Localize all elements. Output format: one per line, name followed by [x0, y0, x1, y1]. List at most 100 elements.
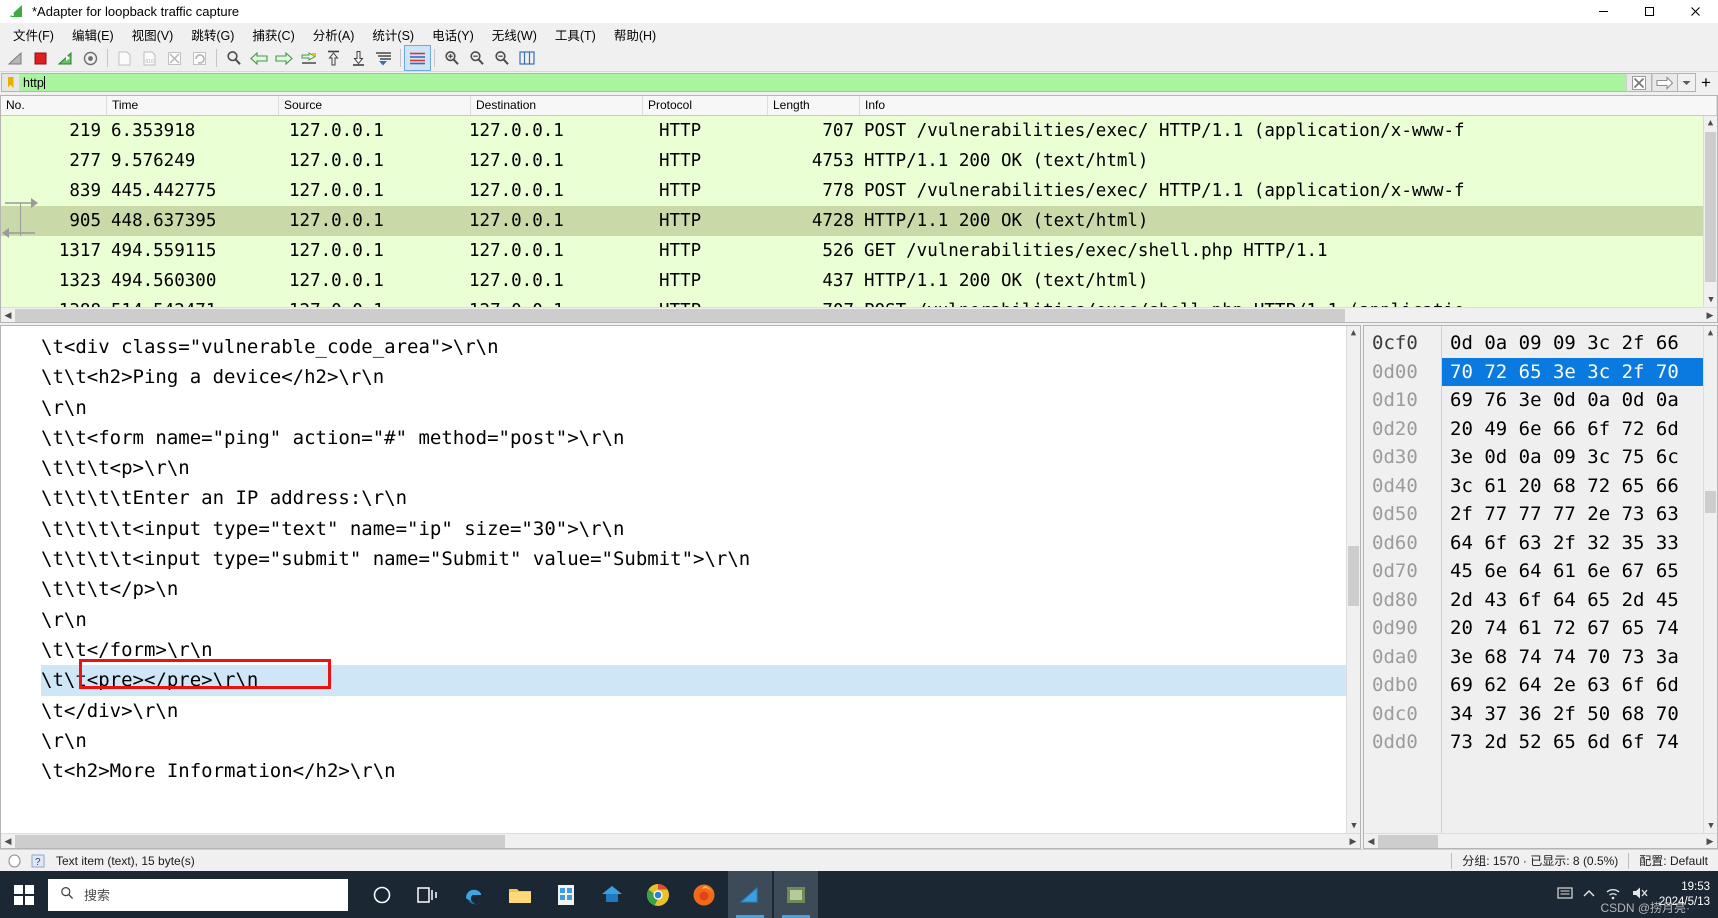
status-profile[interactable]: 配置: Default	[1618, 852, 1718, 869]
taskbar-wireshark-icon[interactable]	[728, 871, 772, 918]
go-first-packet-icon[interactable]	[321, 46, 346, 70]
scroll-right-icon[interactable]: ▶	[1346, 836, 1360, 847]
hex-row[interactable]: 45 6e 64 61 6e 67 65	[1442, 557, 1717, 586]
column-header-destination[interactable]: Destination	[471, 96, 643, 115]
hex-row[interactable]: 3e 68 74 74 70 73 3a	[1442, 643, 1717, 672]
find-packet-icon[interactable]	[221, 46, 246, 70]
taskbar-cortana-icon[interactable]	[360, 871, 404, 918]
menu-telephony[interactable]: 电话(Y)	[423, 23, 483, 46]
text-line[interactable]: \r\n	[41, 393, 1360, 423]
taskbar-chrome-icon[interactable]	[636, 871, 680, 918]
taskbar-task-view-icon[interactable]	[406, 871, 450, 918]
taskbar-firefox-icon[interactable]	[682, 871, 726, 918]
column-header-no[interactable]: No.	[1, 96, 107, 115]
text-line[interactable]: \t\t\t</p>\n	[41, 574, 1360, 604]
stop-capture-icon[interactable]	[28, 46, 53, 70]
save-file-icon[interactable]: 010	[137, 46, 162, 70]
hex-row[interactable]: 20 49 6e 66 6f 72 6d	[1442, 415, 1717, 444]
show-hidden-icons-icon[interactable]	[1583, 889, 1595, 901]
packet-list-hscrollbar[interactable]: ◀ ▶	[1, 307, 1717, 322]
open-file-icon[interactable]	[112, 46, 137, 70]
go-to-packet-icon[interactable]	[296, 46, 321, 70]
hex-bytes-column[interactable]: 0d 0a 09 09 3c 2f 66 70 72 65 3e 3c 2f 7…	[1442, 326, 1717, 833]
taskbar-edge-icon[interactable]	[452, 871, 496, 918]
text-line[interactable]: \r\n	[41, 726, 1360, 756]
scroll-up-icon[interactable]: ▲	[1704, 326, 1717, 340]
hex-row[interactable]: 2f 77 77 77 2e 73 63	[1442, 500, 1717, 529]
hex-row[interactable]: 2d 43 6f 64 65 2d 45	[1442, 586, 1717, 615]
table-row[interactable]: 1323 494.560300 127.0.0.1 127.0.0.1 HTTP…	[1, 266, 1717, 296]
scroll-up-icon[interactable]: ▲	[1704, 116, 1717, 130]
go-last-packet-icon[interactable]	[346, 46, 371, 70]
minimize-button[interactable]	[1580, 0, 1626, 23]
menu-tools[interactable]: 工具(T)	[546, 23, 605, 46]
text-line[interactable]: \t\t\t\t<input type="submit" name="Submi…	[41, 544, 1360, 574]
hex-row[interactable]: 0d 0a 09 09 3c 2f 66	[1442, 329, 1717, 358]
zoom-out-icon[interactable]	[464, 46, 489, 70]
column-header-time[interactable]: Time	[107, 96, 279, 115]
text-line[interactable]: \t\t<h2>Ping a device</h2>\r\n	[41, 362, 1360, 392]
hex-dump-view[interactable]: 0cf0 0d00 0d10 0d20 0d30 0d40 0d50 0d60 …	[1364, 326, 1717, 833]
hex-row[interactable]: 3e 0d 0a 09 3c 75 6c	[1442, 443, 1717, 472]
capture-status-icon[interactable]	[4, 854, 24, 868]
hex-row-selected[interactable]: 70 72 65 3e 3c 2f 70	[1442, 357, 1717, 386]
scroll-down-icon[interactable]: ▼	[1704, 293, 1717, 307]
scroll-left-icon[interactable]: ◀	[1, 836, 15, 847]
packet-list-body[interactable]: 219 6.353918 127.0.0.1 127.0.0.1 HTTP 70…	[1, 116, 1717, 307]
scroll-down-icon[interactable]: ▼	[1704, 819, 1717, 833]
taskbar-onedrive-icon[interactable]	[590, 871, 634, 918]
maximize-button[interactable]	[1626, 0, 1672, 23]
restart-capture-icon[interactable]	[53, 46, 78, 70]
text-line[interactable]: \t</div>\r\n	[41, 696, 1360, 726]
taskbar-clock[interactable]: 19:53 2024/5/13	[1659, 880, 1710, 909]
chevron-down-icon[interactable]	[1678, 73, 1696, 92]
column-header-length[interactable]: Length	[768, 96, 860, 115]
apply-filter-icon[interactable]	[1652, 73, 1678, 92]
menu-capture[interactable]: 捕获(C)	[243, 23, 303, 46]
help-icon[interactable]: ?	[28, 854, 48, 868]
scroll-left-icon[interactable]: ◀	[1364, 836, 1378, 847]
bookmark-icon[interactable]	[1, 73, 19, 92]
scroll-down-icon[interactable]: ▼	[1347, 819, 1360, 833]
scroll-up-icon[interactable]: ▲	[1347, 326, 1360, 340]
hex-row[interactable]: 20 74 61 72 67 65 74	[1442, 614, 1717, 643]
text-pane-hscrollbar[interactable]: ◀ ▶	[1, 833, 1360, 848]
text-line[interactable]: \t<h2>More Information</h2>\r\n	[41, 756, 1360, 786]
table-row[interactable]: 1317 494.559115 127.0.0.1 127.0.0.1 HTTP…	[1, 236, 1717, 266]
text-line[interactable]: \t<div class="vulnerable_code_area">\r\n	[41, 332, 1360, 362]
taskbar-microsoft-store-icon[interactable]	[544, 871, 588, 918]
add-filter-button-icon[interactable]: +	[1696, 73, 1716, 92]
go-forward-icon[interactable]	[271, 46, 296, 70]
text-line[interactable]: \t\t\t<p>\r\n	[41, 453, 1360, 483]
hex-row[interactable]: 34 37 36 2f 50 68 70	[1442, 700, 1717, 729]
table-row[interactable]: 277 9.576249 127.0.0.1 127.0.0.1 HTTP 47…	[1, 146, 1717, 176]
menu-help[interactable]: 帮助(H)	[605, 23, 665, 46]
close-button[interactable]	[1672, 0, 1718, 23]
taskbar-vmware-icon[interactable]	[774, 871, 818, 918]
column-header-protocol[interactable]: Protocol	[643, 96, 768, 115]
scroll-thumb[interactable]	[1348, 546, 1359, 606]
packet-list-vscrollbar[interactable]: ▲ ▼	[1703, 116, 1717, 307]
go-back-icon[interactable]	[246, 46, 271, 70]
menu-wireless[interactable]: 无线(W)	[483, 23, 546, 46]
table-row[interactable]: 219 6.353918 127.0.0.1 127.0.0.1 HTTP 70…	[1, 116, 1717, 146]
start-capture-icon[interactable]	[3, 46, 28, 70]
display-filter-input[interactable]: http	[19, 73, 1626, 92]
column-header-info[interactable]: Info	[860, 96, 1717, 115]
menu-go[interactable]: 跳转(G)	[182, 23, 243, 46]
scroll-thumb[interactable]	[1705, 491, 1716, 513]
reload-icon[interactable]	[187, 46, 212, 70]
scroll-right-icon[interactable]: ▶	[1703, 836, 1717, 847]
text-pane-vscrollbar[interactable]: ▲ ▼	[1346, 326, 1360, 833]
profile-text[interactable]: 配置: Default	[1639, 852, 1708, 869]
text-line[interactable]: \t\t</form>\r\n	[41, 635, 1360, 665]
capture-options-icon[interactable]	[78, 46, 103, 70]
text-line[interactable]: \r\n	[41, 605, 1360, 635]
taskbar-file-explorer-icon[interactable]	[498, 871, 542, 918]
zoom-in-icon[interactable]	[439, 46, 464, 70]
hex-row[interactable]: 64 6f 63 2f 32 35 33	[1442, 529, 1717, 558]
network-icon[interactable]	[1605, 886, 1621, 903]
scroll-right-icon[interactable]: ▶	[1703, 310, 1717, 321]
hex-pane-vscrollbar[interactable]: ▲ ▼	[1703, 326, 1717, 833]
ime-keyboard-icon[interactable]	[1557, 886, 1573, 903]
